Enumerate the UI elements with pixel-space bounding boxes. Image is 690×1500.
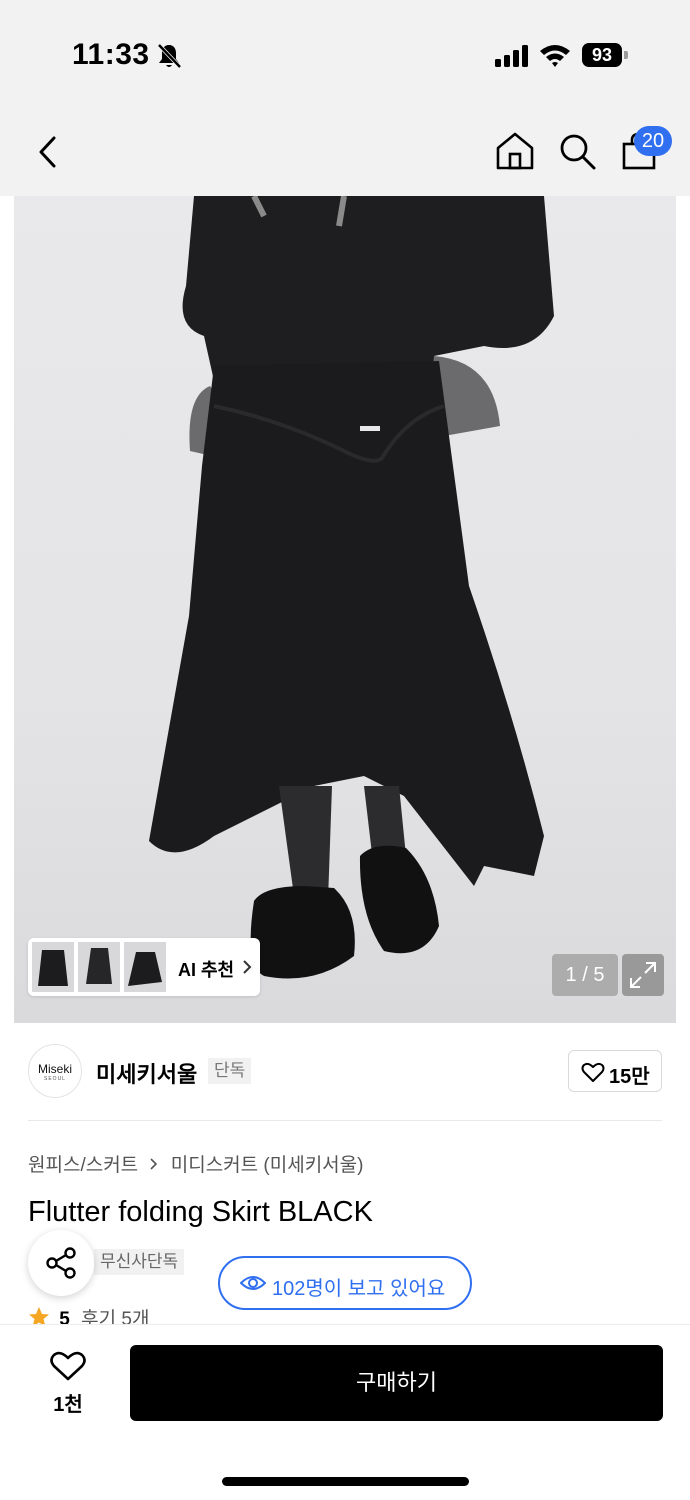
wishlist-count: 1천 — [53, 1394, 83, 1416]
battery-level: 93 — [582, 43, 622, 67]
ai-thumbnail[interactable] — [78, 942, 120, 992]
heart-icon — [581, 1062, 605, 1082]
share-button[interactable] — [28, 1230, 94, 1296]
home-icon[interactable] — [494, 130, 536, 172]
brand-logo-text: Miseki — [37, 1062, 72, 1076]
bell-slash-icon — [157, 43, 182, 69]
back-chevron-icon[interactable] — [30, 132, 66, 172]
share-icon — [46, 1247, 76, 1279]
buy-button[interactable]: 구매하기 — [130, 1345, 663, 1421]
exclusive-tag: 무신사단독 — [94, 1249, 185, 1275]
wishlist-button[interactable]: 1천 — [30, 1346, 106, 1418]
breadcrumb: 원피스/스커트 미디스커트 (미세키서울) — [28, 1150, 363, 1177]
search-icon[interactable] — [556, 130, 598, 172]
brand-exclusive-tag: 단독 — [208, 1058, 252, 1084]
chevron-right-icon — [150, 1158, 158, 1170]
cart-count-badge: 20 — [634, 126, 672, 156]
home-indicator[interactable] — [222, 1477, 469, 1486]
battery-icon: 93 — [582, 43, 628, 67]
viewer-count-pill: 102명이 보고 있어요 — [218, 1256, 472, 1310]
image-counter: 1 / 5 — [552, 954, 618, 996]
ai-recommend-card[interactable]: AI 추천 — [28, 938, 260, 996]
brand-name[interactable]: 미세키서울 — [96, 1057, 197, 1089]
brand-like-count: 15만 — [609, 1066, 650, 1088]
breadcrumb-category[interactable]: 원피스/스커트 — [28, 1155, 138, 1176]
brand-logo-subtext: SEOUL — [44, 1076, 66, 1082]
thumbnail-image — [38, 950, 68, 986]
wifi-icon — [540, 45, 570, 67]
thumbnail-image — [86, 948, 112, 984]
status-time: 11:33 — [72, 38, 150, 71]
viewer-count-text: 102명이 보고 있어요 — [272, 1278, 446, 1300]
product-image[interactable] — [14, 196, 676, 1023]
brand-logo[interactable]: Miseki SEOUL — [28, 1044, 82, 1098]
ai-recommend-label: AI 추천 — [178, 960, 235, 980]
heart-outline-icon — [50, 1351, 86, 1381]
battery-cap — [624, 51, 628, 59]
status-bar: 11:33 93 — [0, 0, 690, 110]
ai-thumbnail[interactable] — [124, 942, 166, 992]
eye-icon — [240, 1276, 266, 1290]
expand-icon[interactable] — [622, 954, 664, 996]
divider — [28, 1120, 662, 1121]
product-title: Flutter folding Skirt BLACK — [28, 1196, 373, 1228]
signal-icon — [495, 45, 528, 67]
nav-bar — [0, 110, 690, 196]
thumbnail-image — [128, 952, 162, 986]
product-photo — [149, 196, 555, 979]
brand-like-button[interactable]: 15만 — [568, 1050, 662, 1092]
ai-thumbnail[interactable] — [32, 942, 74, 992]
breadcrumb-subcategory[interactable]: 미디스커트 (미세키서울) — [171, 1155, 364, 1176]
chevron-right-icon — [243, 960, 252, 974]
